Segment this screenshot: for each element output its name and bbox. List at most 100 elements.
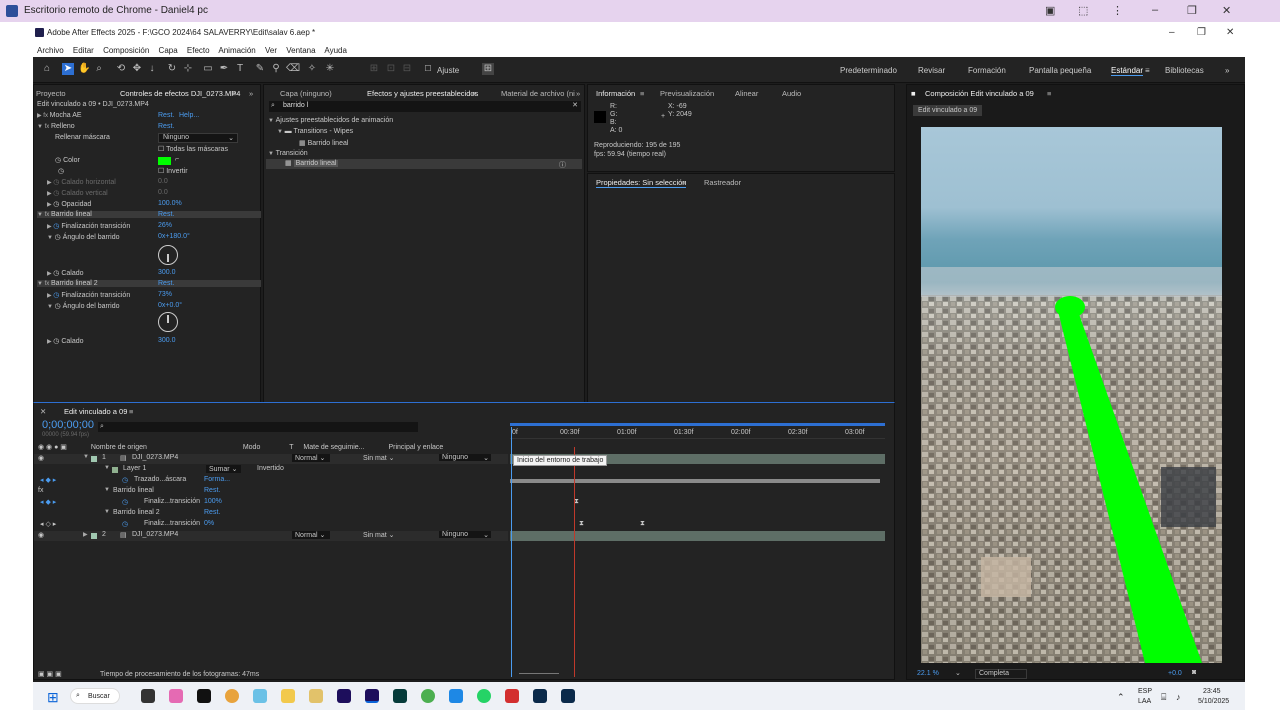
ae-restore-icon[interactable]: ❐ (1197, 27, 1206, 38)
time-ruler[interactable]: 0f 00:30f 01:00f 01:30f 02:00f 02:30f 03… (510, 423, 885, 439)
panel-expand-icon[interactable]: » (576, 89, 580, 98)
chrome-icon[interactable] (225, 689, 239, 703)
layer1-matte-dropdown[interactable]: Sin mat ⌄ (360, 454, 398, 462)
layer2-parent-dropdown[interactable]: Ninguno ⌄ (439, 531, 491, 539)
workspace-menu-icon[interactable]: ≡ (1145, 66, 1150, 75)
lock-icon[interactable]: ■ (911, 89, 916, 98)
comp-resolution-dropdown[interactable]: Completa (975, 669, 1027, 679)
tiktok-icon[interactable] (197, 689, 211, 703)
finaliz-row-1[interactable]: ◂ ◆ ▸ ◷ Finaliz...transición 100% (34, 498, 508, 508)
menu-composicion[interactable]: Composición (103, 46, 149, 55)
label-color-icon[interactable] (91, 533, 97, 539)
workspace-bibliotecas[interactable]: Bibliotecas (1165, 66, 1204, 75)
menu-animacion[interactable]: Animación (218, 46, 255, 55)
layer2-matte-dropdown[interactable]: Sin mat ⌄ (360, 531, 398, 539)
finaliz-value-1[interactable]: 100% (204, 498, 222, 505)
menu-efecto[interactable]: Efecto (187, 46, 210, 55)
fx-mocha[interactable]: ▶ fx Mocha AE (37, 112, 261, 119)
tree-preset-barrido[interactable]: ▦ Barrido lineal (299, 139, 348, 147)
calado-vertical-row[interactable]: ▶ ◷ Calado vertical (47, 189, 108, 197)
comp-zoom[interactable]: 22.1 % (917, 670, 939, 677)
audition-icon[interactable] (393, 689, 407, 703)
tree-transicion[interactable]: ▼ Transición (268, 150, 308, 157)
relleno-reset-link[interactable]: Rest. (158, 123, 174, 130)
lightroom-icon[interactable] (533, 689, 547, 703)
props-menu-icon[interactable]: ≡ (682, 178, 686, 187)
clock-time[interactable]: 23:45 (1203, 688, 1221, 695)
menu-ayuda[interactable]: Ayuda (324, 46, 347, 55)
minimize-icon[interactable]: – (1152, 4, 1158, 16)
calado2-row[interactable]: ▶ ◷ Calado (47, 337, 84, 345)
layer-row-2[interactable]: ◉ ▶ 2 ▤ DJI_0273.MP4 Normal ⌄ Sin mat ⌄ … (34, 531, 508, 541)
restore-icon[interactable]: ❐ (1187, 4, 1197, 17)
tab-material[interactable]: Material de archivo (ni (501, 89, 575, 98)
whatsapp-icon[interactable] (477, 689, 491, 703)
tab-alinear[interactable]: Alinear (735, 89, 758, 98)
app-icon[interactable] (253, 689, 267, 703)
zoom-slider[interactable] (519, 673, 559, 674)
workspace-estandar[interactable]: Estándar (1111, 66, 1144, 76)
snap-checkbox-icon[interactable]: ☐ (422, 63, 434, 75)
app-icon[interactable] (449, 689, 463, 703)
task-view-icon[interactable] (141, 689, 155, 703)
invertir-checkbox[interactable]: ☐ Invertir (158, 167, 188, 175)
menu-ver[interactable]: Ver (265, 46, 277, 55)
comp-menu-icon[interactable]: ≡ (1047, 89, 1051, 98)
stopwatch-icon[interactable]: ◷ (122, 520, 128, 528)
mocha-help-link[interactable]: Help... (179, 112, 199, 119)
puppet-tool-icon[interactable]: ✳ (324, 63, 336, 75)
tab-effects-presets[interactable]: Efectos y ajustes preestablecidos (367, 89, 478, 98)
zoom-chevron-icon[interactable]: ⌄ (955, 669, 961, 677)
timeline-menu-icon[interactable]: ≡ (129, 407, 133, 416)
app-icon[interactable] (169, 689, 183, 703)
tab-previsualizacion[interactable]: Previsualización (660, 89, 714, 98)
tab-composition[interactable]: Composición Edit vinculado a 09 (925, 89, 1034, 98)
rectangle-tool-icon[interactable]: ▭ (202, 63, 214, 75)
tab-informacion[interactable]: Información (596, 89, 635, 98)
finalizacion2-value[interactable]: 73% (158, 291, 172, 298)
tab-effect-controls[interactable]: Controles de efectos DJI_0273.MP4 (120, 89, 240, 98)
clipboard-icon[interactable]: ▣ (1045, 4, 1055, 17)
close-icon[interactable]: ✕ (1222, 4, 1231, 17)
color-swatch[interactable] (158, 157, 171, 165)
tab-proyecto[interactable]: Proyecto (36, 89, 66, 98)
tree-effect-barrido[interactable]: ▦ Barrido lineal (266, 159, 582, 169)
eraser-tool-icon[interactable]: ⌫ (286, 63, 300, 75)
barrido2-reset-link[interactable]: Rest. (158, 280, 174, 287)
keyframe-nav-icon[interactable]: ◂ ◆ ▸ (40, 498, 56, 506)
menu-ventana[interactable]: Ventana (286, 46, 315, 55)
roto-brush-tool-icon[interactable]: ✧ (306, 63, 318, 75)
workspace-predeterminado[interactable]: Predeterminado (840, 66, 897, 75)
calado-row[interactable]: ▶ ◷ Calado (47, 269, 84, 277)
track-bar-2[interactable] (510, 531, 885, 541)
keyframe-nav-icon[interactable]: ◂ ◇ ▸ (40, 520, 56, 528)
stopwatch-icon[interactable]: ◷ (58, 167, 64, 175)
mocha-reset-link[interactable]: Rest. (158, 112, 174, 119)
barrido2-layer-row[interactable]: ▼ Barrido lineal 2 Rest. (34, 509, 508, 519)
layer1-mode-dropdown[interactable]: Normal ⌄ (292, 454, 330, 462)
mask-layer-row[interactable]: ▼ Layer 1 Sumar ⌄ Invertido (34, 465, 508, 475)
timeline-footer-icons[interactable]: ▣ ▣ ▣ (38, 670, 62, 678)
comp-breadcrumb[interactable]: Edit vinculado a 09 (913, 105, 983, 116)
eye-icon[interactable]: ◉ (38, 454, 44, 462)
barrido-layer-reset[interactable]: Rest. (204, 487, 220, 494)
ae-close-icon[interactable]: ✕ (1226, 27, 1234, 38)
axis-view-icon[interactable]: ⊟ (401, 63, 413, 75)
mask-mode-dropdown[interactable]: Sumar ⌄ (206, 465, 241, 473)
stopwatch-icon[interactable]: ◷ (122, 476, 128, 484)
effects-search-field[interactable]: ⌕ barrido l ✕ (269, 101, 581, 112)
type-tool-icon[interactable]: T (234, 63, 246, 75)
camera-icon[interactable]: ◙ (1192, 669, 1196, 676)
layer1-parent-dropdown[interactable]: Ninguno ⌄ (439, 454, 491, 462)
pan-tool-icon[interactable]: ✥ (131, 63, 143, 75)
barrido2-layer-reset[interactable]: Rest. (204, 509, 220, 516)
comp-viewer-image[interactable] (921, 127, 1222, 663)
stopwatch-icon[interactable]: ◷ (55, 157, 63, 164)
workspace-more-icon[interactable]: » (1225, 66, 1229, 75)
tab-capa[interactable]: Capa (ninguno) (280, 89, 332, 98)
finalizacion-row[interactable]: ▶ ◷ Finalización transición (47, 222, 130, 230)
menu-archivo[interactable]: Archivo (37, 46, 64, 55)
clone-stamp-tool-icon[interactable]: ⚲ (270, 63, 282, 75)
info-icon[interactable]: ⓘ (559, 160, 566, 170)
clear-search-icon[interactable]: ✕ (572, 101, 578, 109)
